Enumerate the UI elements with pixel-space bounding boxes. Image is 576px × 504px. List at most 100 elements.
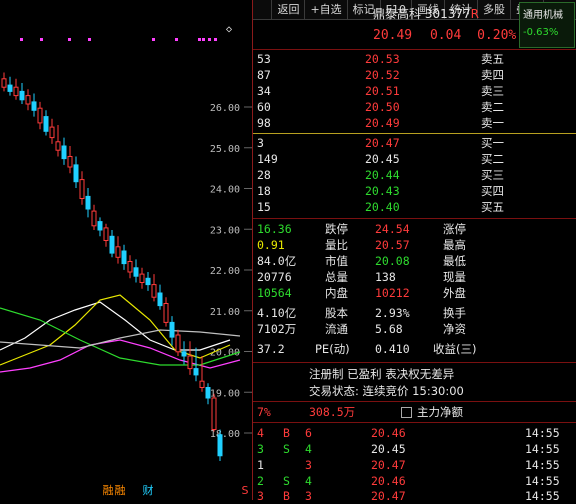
stock-code: 301377 (424, 7, 471, 21)
sector-name: 通用机械 (523, 10, 563, 21)
candle-body (193, 368, 199, 376)
ask-row[interactable]: 87 20.52 卖四 (253, 67, 576, 83)
main-flow[interactable]: 7% 308.5万 主力净额 (253, 404, 576, 420)
candle-body (25, 95, 31, 105)
divider (253, 218, 576, 219)
event-marker-dot (175, 38, 178, 41)
tick-row: 2 S 4 20.46 14:55 (257, 474, 560, 488)
tick-row: 3 B 3 20.47 14:55 (257, 489, 560, 503)
candle-body (55, 141, 61, 151)
flow-value: 308.5万 (309, 405, 356, 419)
candle-body (181, 351, 187, 357)
price-tick-label: 24.00 (210, 185, 240, 196)
candle-body (151, 284, 157, 298)
divider (253, 49, 576, 50)
ask-row[interactable]: 53 20.53 卖五 (253, 51, 576, 67)
price-tick-label: 22.00 (210, 266, 240, 277)
flow-label: 主力净额 (417, 405, 463, 419)
event-marker-dot (20, 38, 23, 41)
quote-panel: 鼎泰高科 301377R 20.49 0.04 0.20% 通用机械 -0.63… (252, 0, 576, 503)
stats-row: 16.36 跌停 24.54 涨停 (257, 222, 466, 236)
candle-body (85, 195, 91, 210)
kline-chart-canvas[interactable]: 26.0025.0024.0023.0022.0021.0020.0019.00… (0, 20, 252, 500)
event-marker-dot (68, 38, 71, 41)
checkbox-icon[interactable] (401, 404, 412, 420)
tick-row: 3 S 4 20.45 14:55 (257, 442, 560, 456)
divider (253, 401, 576, 402)
candle-body (187, 355, 193, 370)
event-marker-dot (40, 38, 43, 41)
event-marker-dot (202, 38, 205, 41)
candle-body (217, 434, 223, 457)
candle-body (139, 273, 145, 284)
price-tick-label: 23.00 (210, 225, 240, 236)
candle-body (43, 116, 49, 132)
last-price: 20.49 (373, 28, 413, 43)
trading-status: 交易状态: 连续竞价 15:30:00 (309, 384, 464, 398)
stock-name: 鼎泰高科 (373, 7, 422, 21)
bid-row[interactable]: 149 20.45 买二 (253, 151, 576, 167)
divider (253, 422, 576, 423)
sector-tag[interactable]: 通用机械 -0.63% (519, 2, 575, 48)
tick-row: 1 3 20.47 14:55 (257, 458, 560, 472)
candle-body (103, 227, 109, 241)
zoom-diamond-icon[interactable]: ◇ (226, 24, 232, 35)
event-marker-dot (88, 38, 91, 41)
stats-row: 0.91 量比 20.57 最高 (257, 238, 466, 252)
candle-body (73, 164, 79, 183)
bid-row[interactable]: 3 20.47 买一 (253, 135, 576, 151)
ask-row[interactable]: 34 20.51 卖三 (253, 83, 576, 99)
bid-row[interactable]: 18 20.43 买四 (253, 183, 576, 199)
candle-body (175, 334, 181, 353)
candle-body (61, 145, 67, 160)
candle-body (49, 126, 55, 139)
stats-row: 10564 内盘 10212 外盘 (257, 286, 466, 300)
stats-row: 7102万 流通 5.68 净资 (257, 322, 466, 336)
candle-body (169, 321, 175, 338)
stock-flag: R (470, 7, 479, 21)
price-tick-label: 21.00 (210, 307, 240, 318)
sector-change: -0.63% (523, 27, 559, 38)
event-marker-dot (152, 38, 155, 41)
price-tick-label: 25.00 (210, 144, 240, 155)
event-marker-dot (198, 38, 201, 41)
candle-body (211, 397, 217, 430)
candle-body (19, 90, 25, 101)
price-tick-label: 26.00 (210, 103, 240, 114)
ask-row[interactable]: 60 20.50 卖二 (253, 99, 576, 115)
bid-row[interactable]: 28 20.44 买三 (253, 167, 576, 183)
candle-body (91, 210, 97, 227)
candle-body (121, 250, 127, 265)
candle-body (31, 101, 37, 111)
bottom-marker-label: 融 (103, 484, 114, 497)
candle-body (1, 78, 7, 88)
price-percent: 0.20% (477, 28, 517, 43)
candle-body (133, 267, 139, 277)
stats-row: 20776 总量 138 现量 (257, 270, 466, 284)
event-marker-dot (208, 38, 211, 41)
bottom-marker-label: S (242, 484, 249, 497)
price-change: 0.04 (429, 28, 462, 43)
candle-body (7, 84, 13, 92)
candle-body (157, 292, 163, 307)
bid-row[interactable]: 15 20.40 买五 (253, 199, 576, 215)
candle-body (79, 179, 85, 200)
candle-body (109, 235, 115, 254)
candle-body (37, 107, 43, 124)
kline-chart[interactable]: 26.00 25.00 24.00 23.00 22.00 21.00 20.00 19.00… (0, 20, 252, 500)
flow-percent: 7% (257, 405, 271, 419)
bottom-marker-label: 融 (115, 484, 126, 497)
stats-row: 4.10亿 股本 2.93% 换手 (257, 306, 466, 320)
divider (253, 133, 576, 134)
ask-row[interactable]: 98 20.49 卖一 (253, 115, 576, 131)
stats-row: 37.2 PE(动) 0.410 收益(三) (257, 342, 477, 356)
candle-body (205, 387, 211, 399)
candle-body (127, 261, 133, 273)
stats-row: 84.0亿 市值 20.08 最低 (257, 254, 466, 268)
listing-info: 注册制 已盈利 表决权无差异 (309, 367, 455, 381)
candle-body (67, 156, 73, 168)
candle-body (199, 380, 205, 389)
price-summary: 20.49 0.04 0.20% (373, 28, 516, 43)
bottom-marker-label: 财 (143, 483, 154, 497)
candle-body (163, 303, 169, 323)
